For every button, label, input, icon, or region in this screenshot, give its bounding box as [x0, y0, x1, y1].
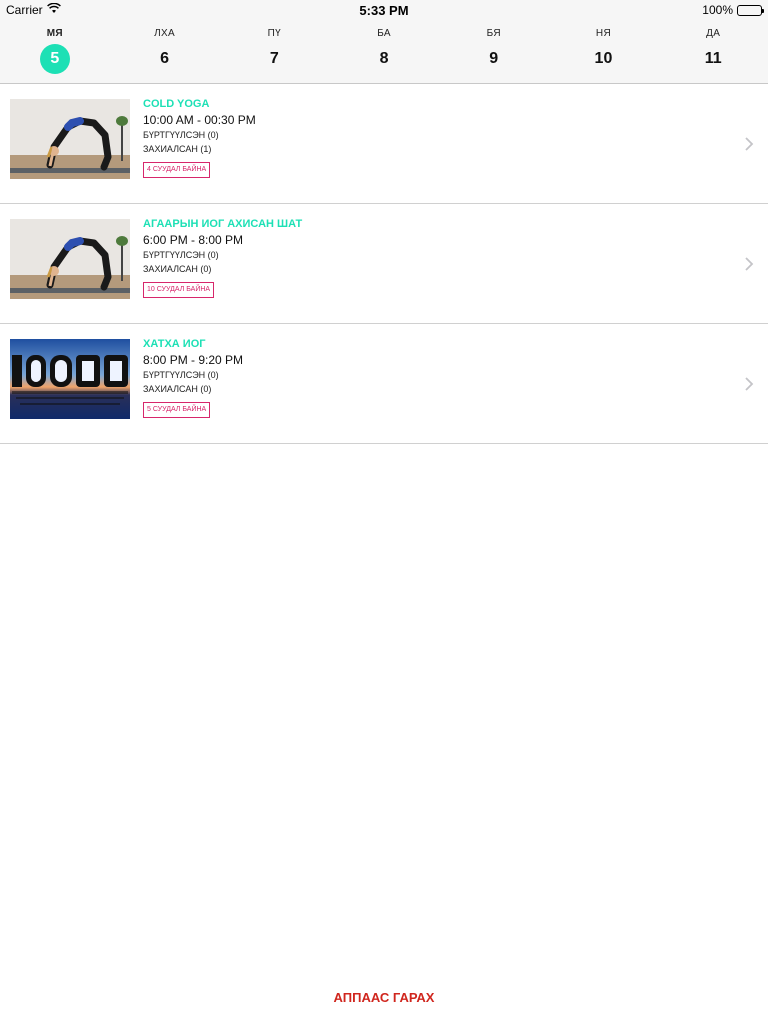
class-info: COLD YOGA 10:00 AM - 00:30 PM БҮРТГҮҮЛСЭ…: [143, 97, 256, 178]
class-list: COLD YOGA 10:00 AM - 00:30 PM БҮРТГҮҮЛСЭ…: [0, 84, 768, 444]
yoga-sunset-photo: [10, 339, 130, 419]
day-tab-4[interactable]: БЯ 9: [439, 20, 549, 83]
day-number: 8: [379, 50, 389, 67]
class-row[interactable]: COLD YOGA 10:00 AM - 00:30 PM БҮРТГҮҮЛСЭ…: [0, 84, 768, 204]
carrier-label: Carrier: [6, 3, 43, 17]
class-title: АГААРЫН ИОГ АХИСАН ШАТ: [143, 218, 303, 230]
chevron-right-icon: [745, 257, 754, 271]
day-label: НЯ: [595, 28, 611, 39]
day-number: 6: [160, 50, 170, 67]
yoga-pose-photo: [10, 219, 130, 299]
registered-count: БҮРТГҮҮЛСЭН (0): [143, 130, 219, 140]
day-label: БА: [377, 28, 391, 39]
day-label: БЯ: [486, 28, 501, 39]
day-label: ДА: [706, 28, 721, 39]
class-title: COLD YOGA: [143, 98, 210, 110]
registered-count: БҮРТГҮҮЛСЭН (0): [143, 370, 219, 380]
class-row[interactable]: АГААРЫН ИОГ АХИСАН ШАТ 6:00 PM - 8:00 PM…: [0, 204, 768, 324]
status-time: 5:33 PM: [359, 3, 409, 18]
wifi-icon: [46, 2, 61, 17]
yoga-pose-photo: [10, 99, 130, 179]
class-row[interactable]: ХАТХА ИОГ 8:00 PM - 9:20 PM БҮРТГҮҮЛСЭН …: [0, 324, 768, 444]
class-thumbnail: [10, 99, 130, 179]
day-label: ЛХА: [154, 28, 175, 39]
seats-badge: 10 СУУДАЛ БАЙНА: [143, 282, 215, 298]
status-right: 100%: [702, 3, 764, 17]
class-thumbnail: [10, 339, 130, 419]
day-number: 7: [269, 50, 279, 67]
day-label: ПҮ: [267, 28, 281, 39]
day-label: МЯ: [46, 28, 63, 39]
status-bar: Carrier 5:33 PM 100%: [0, 0, 768, 20]
class-thumbnail: [10, 219, 130, 299]
day-tab-1[interactable]: ЛХА 6: [110, 20, 220, 83]
day-tab-2[interactable]: ПҮ 7: [219, 20, 329, 83]
app-root: Carrier 5:33 PM 100% МЯ 5 ЛХА 6 ПҮ 7 БА …: [0, 0, 768, 1024]
class-time: 6:00 PM - 8:00 PM: [143, 233, 244, 247]
seats-badge: 4 СУУДАЛ БАЙНА: [143, 162, 211, 178]
day-tab-3[interactable]: БА 8: [329, 20, 439, 83]
class-info: АГААРЫН ИОГ АХИСАН ШАТ 6:00 PM - 8:00 PM…: [143, 217, 302, 298]
booked-count: ЗАХИАЛСАН (0): [143, 264, 212, 274]
class-info: ХАТХА ИОГ 8:00 PM - 9:20 PM БҮРТГҮҮЛСЭН …: [143, 337, 243, 418]
chevron-right-icon: [745, 137, 754, 151]
battery-percent: 100%: [702, 3, 733, 17]
day-tab-0[interactable]: МЯ 5: [0, 20, 110, 83]
day-number: 10: [594, 50, 613, 67]
day-tab-6[interactable]: ДА 11: [658, 20, 768, 83]
booked-count: ЗАХИАЛСАН (1): [143, 144, 212, 154]
logout-button[interactable]: АППААС ГАРАХ: [0, 990, 768, 1005]
day-picker: МЯ 5 ЛХА 6 ПҮ 7 БА 8 БЯ 9 НЯ 10 ДА 11: [0, 20, 768, 84]
booked-count: ЗАХИАЛСАН (0): [143, 384, 212, 394]
battery-icon: [737, 4, 764, 16]
registered-count: БҮРТГҮҮЛСЭН (0): [143, 250, 219, 260]
class-time: 10:00 AM - 00:30 PM: [143, 113, 256, 127]
day-number: 5: [39, 44, 70, 74]
class-time: 8:00 PM - 9:20 PM: [143, 353, 244, 367]
day-number: 9: [489, 50, 499, 67]
day-tab-5[interactable]: НЯ 10: [549, 20, 659, 83]
seats-badge: 5 СУУДАЛ БАЙНА: [143, 402, 211, 418]
day-number: 11: [704, 50, 722, 67]
status-left: Carrier: [6, 2, 61, 17]
class-title: ХАТХА ИОГ: [143, 338, 206, 350]
chevron-right-icon: [745, 377, 754, 391]
